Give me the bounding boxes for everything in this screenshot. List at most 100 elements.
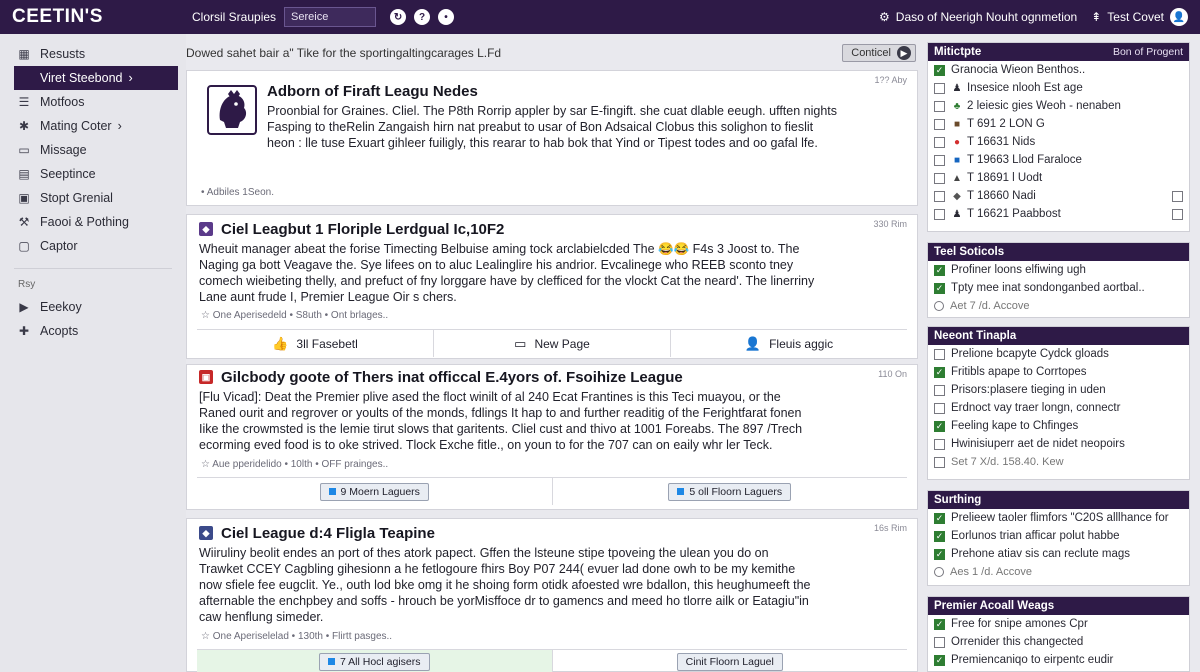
sidebar-item-mating[interactable]: ✱ Mating Coter ›	[0, 114, 186, 138]
new-page-button[interactable]: ▭ New Page	[434, 330, 671, 357]
connect-button[interactable]: Conticel ▶	[842, 44, 916, 62]
checkbox[interactable]: ✓	[934, 420, 945, 432]
sidebar-item-eeekoy[interactable]: ▶ Eeekoy	[0, 295, 186, 319]
panel-row[interactable]: ✓ Tpty mee inat sondonganbed aortbal..	[928, 279, 1189, 297]
checkbox[interactable]	[934, 136, 945, 148]
panel-row[interactable]: Orrenider this changected	[928, 633, 1189, 651]
checkbox[interactable]: ✓	[934, 64, 945, 76]
panel-row[interactable]: ✓ Prehone atiav sis can reclute mags	[928, 545, 1189, 563]
panel-row[interactable]: ✓ Granocia Wieon Benthos..	[928, 61, 1189, 79]
panel-row[interactable]: ✓ Free for snipe amones Cpr	[928, 615, 1189, 633]
post-line: afternable the enchpbey and soffs - hrou…	[199, 594, 809, 608]
gear-icon[interactable]: ⚙	[879, 10, 890, 24]
panel-row[interactable]: Hwinisiuperr aet de nidet neopoirs	[928, 435, 1189, 453]
facebook-share-button[interactable]: 👍 3ll Fasebetl	[197, 330, 434, 357]
checkbox[interactable]	[934, 402, 945, 414]
search-input[interactable]	[284, 7, 377, 27]
row-label: Prehone atiav sis can reclute mags	[951, 548, 1130, 560]
checkbox[interactable]	[934, 384, 945, 396]
radio-button[interactable]	[934, 301, 944, 311]
grid-icon: ▦	[18, 47, 30, 61]
post-title[interactable]: Ciel League d:4 Fligla Teapine	[221, 525, 435, 542]
checkbox[interactable]	[934, 172, 945, 184]
chat-icon[interactable]: •	[438, 9, 455, 25]
action-cell: Cinit Floorn Laguel	[553, 650, 908, 672]
panel-row[interactable]: ✓ Profiner loons elfiwing ugh	[928, 261, 1189, 279]
checkbox[interactable]	[934, 438, 945, 450]
panel-row[interactable]: ■ T 19663 Llod Faraloce	[928, 151, 1189, 169]
panel-row[interactable]: ✓ Feeling kape to Chfinges	[928, 417, 1189, 435]
sidebar-item-message[interactable]: ▭ Missage	[0, 138, 186, 162]
checkbox[interactable]: ✓	[934, 618, 945, 630]
panel-row[interactable]: ✓ Eorlunos trian afficar polut habbe	[928, 527, 1189, 545]
user-action-button[interactable]: 👤 Fleuis aggic	[671, 330, 907, 357]
row-label: Insesice nlooh Est age	[967, 82, 1083, 94]
panel-row[interactable]: ✓ Prelieew taoler flimfors "C20S alllhanc…	[928, 509, 1189, 527]
checkbox[interactable]: ✓	[934, 548, 945, 560]
user-icon[interactable]: 👤	[1170, 8, 1188, 26]
app-logo[interactable]: CEETIN'S	[12, 6, 192, 28]
post-card[interactable]: ◆ Ciel League d:4 Fligla Teapine 16s Rim…	[186, 518, 918, 672]
question-icon[interactable]: ?	[414, 9, 431, 25]
pin-icon[interactable]: ⇞	[1091, 10, 1101, 24]
sidebar-item-results[interactable]: ▦ Resusts	[0, 42, 186, 66]
checkbox[interactable]	[934, 118, 945, 130]
checkbox[interactable]: ✓	[934, 264, 945, 276]
leagues-button[interactable]: 5 oll Floorn Laguers	[668, 482, 792, 501]
panel-row[interactable]: ✓ Fritibls apape to Corrtopes	[928, 363, 1189, 381]
checkbox[interactable]	[1172, 208, 1183, 220]
panel-row[interactable]: Prelione bcapyte Cydck gloads	[928, 345, 1189, 363]
sidebar-item-active[interactable]: Viret Steebond ›	[14, 66, 178, 90]
checkbox[interactable]	[934, 636, 945, 648]
checkbox[interactable]: ✓	[934, 282, 945, 294]
checkbox[interactable]	[1172, 190, 1183, 202]
checkbox[interactable]: ✓	[934, 654, 945, 666]
post-title[interactable]: Gilcbody goote of Thers inat officcal E.…	[221, 369, 683, 386]
panel-row[interactable]: Aes 1 /d. Accove	[928, 563, 1189, 581]
sidebar-item-motfoos[interactable]: ☰ Motfoos	[0, 90, 186, 114]
leagues-button[interactable]: 7 All Hocl agisers	[318, 652, 430, 671]
panel-row[interactable]: ♟ T 16621 Paabbost	[928, 205, 1189, 223]
checkbox[interactable]: ✓	[934, 530, 945, 542]
panel-subtitle[interactable]: Bon of Progent	[1113, 46, 1183, 58]
top-right-text[interactable]: Daso of Neerigh Nouht ognmetion	[896, 10, 1077, 24]
radio-button[interactable]	[934, 567, 944, 577]
panel-row[interactable]: ♣ 2 leiesic gies Weoh - nenaben	[928, 97, 1189, 115]
row-label: Aet 7 /d. Accove	[950, 300, 1030, 312]
checkbox[interactable]: ✓	[934, 512, 945, 524]
account-name[interactable]: Test Covet	[1107, 10, 1164, 24]
sidebar-item-faooi[interactable]: ⚒ Faooi & Pothing	[0, 210, 186, 234]
sidebar-item-captor[interactable]: ▢ Captor	[0, 234, 186, 258]
refresh-icon[interactable]: ↻	[390, 9, 407, 25]
panel-row[interactable]: ✓ Premiencaniqo to eirpentc eudir	[928, 651, 1189, 669]
top-nav-link[interactable]: Clorsil Sraupies	[192, 10, 276, 24]
panel-row[interactable]: ♟ Insesice nlooh Est age	[928, 79, 1189, 97]
panel-row[interactable]: Prisors:plasere tieging in uden	[928, 381, 1189, 399]
leagues-button[interactable]: 9 Moern Laguers	[319, 482, 429, 501]
post-card[interactable]: ▣ Gilcbody goote of Thers inat officcal …	[186, 364, 918, 510]
sidebar-item-acopts[interactable]: ✚ Acopts	[0, 319, 186, 343]
post-card[interactable]: ◆ Ciel Leagbut 1 Floriple Lerdgual Ic,10…	[186, 214, 918, 359]
sidebar-item-stopt[interactable]: ▣ Stopt Grenial	[0, 186, 186, 210]
panel-row[interactable]: Set 7 X/d. 158.40. Kew	[928, 453, 1189, 471]
leagues-button[interactable]: Cinit Floorn Laguel	[676, 652, 783, 671]
panel-row[interactable]: Erdnoct vay traer longn, connectr	[928, 399, 1189, 417]
checkbox[interactable]: ✓	[934, 366, 945, 378]
checkbox[interactable]	[934, 154, 945, 166]
panel-row[interactable]: Aet 7 /d. Accove	[928, 297, 1189, 315]
checkbox[interactable]	[934, 190, 945, 202]
post-card[interactable]: Adborn of Firaft Leagu Nedes 1?? Aby Pro…	[186, 70, 918, 206]
checkbox[interactable]	[934, 348, 945, 360]
panel-row[interactable]: ● T 16631 Nids	[928, 133, 1189, 151]
post-title[interactable]: Adborn of Firaft Leagu Nedes	[267, 83, 478, 100]
checkbox[interactable]	[934, 208, 945, 220]
panel-row[interactable]: ◆ T 18660 Nadi	[928, 187, 1189, 205]
panel-row[interactable]: ▲ T 18691 l Uodt	[928, 169, 1189, 187]
post-title[interactable]: Ciel Leagbut 1 Floriple Lerdgual Ic,10F2	[221, 221, 504, 238]
square-icon	[328, 487, 336, 495]
checkbox[interactable]	[934, 456, 945, 468]
checkbox[interactable]	[934, 82, 945, 94]
sidebar-item-seeptince[interactable]: ▤ Seeptince	[0, 162, 186, 186]
checkbox[interactable]	[934, 100, 945, 112]
panel-row[interactable]: ■ T 691 2 LON G	[928, 115, 1189, 133]
